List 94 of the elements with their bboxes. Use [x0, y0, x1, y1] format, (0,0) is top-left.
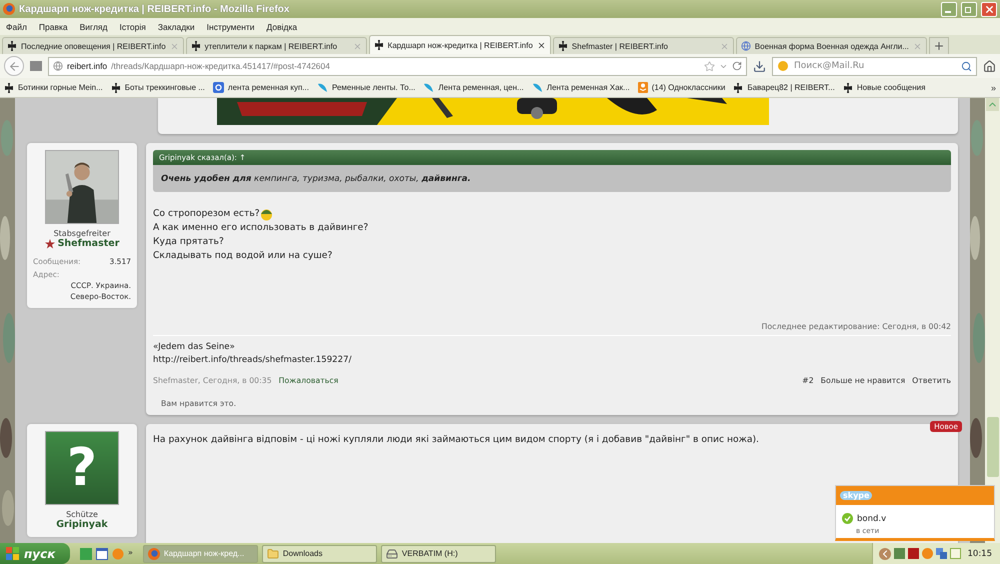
- scroll-up-button[interactable]: [986, 98, 999, 111]
- firefox-icon: [148, 548, 160, 560]
- star-icon: [44, 238, 55, 248]
- more-bookmarks-button[interactable]: »: [990, 82, 996, 92]
- post-text: На рахунок дайвінга відповім - ці ножі купляли люди які займаються цим видом спорту (я і добавив "дайвінг" в опис ножа).: [153, 433, 759, 447]
- star-icon[interactable]: [704, 60, 715, 72]
- globe-icon: [740, 41, 751, 51]
- post-text: Складывать под водой или на суше?: [153, 249, 332, 263]
- address-field[interactable]: reibert.info /threads/Кардшарп-нож-кредитка.451417/#post-4742604: [48, 56, 747, 76]
- signature-text: http://reibert.info/threads/shefmaster.159227/: [153, 354, 352, 367]
- post-text: А как именно его использовать в дайвинге?: [153, 221, 368, 235]
- bookmark[interactable]: лента ременная куп...: [212, 82, 309, 93]
- browser-tab[interactable]: утеплители к паркам | REIBERT.info: [186, 37, 367, 54]
- cross-icon: [374, 40, 384, 50]
- close-button[interactable]: [981, 2, 997, 16]
- feather-icon: [316, 82, 328, 93]
- menu-item[interactable]: Правка: [38, 22, 68, 32]
- smiley-icon: [260, 207, 273, 221]
- scroll-thumb[interactable]: [986, 417, 998, 477]
- bookmark[interactable]: Боты треккинговые ...: [110, 82, 205, 92]
- folder-icon: [266, 548, 279, 560]
- user-rank: Stabsgefreiter: [54, 229, 110, 238]
- back-icon: [8, 60, 20, 72]
- search-engine-icon[interactable]: [777, 60, 789, 72]
- plus-icon: [932, 40, 945, 52]
- maximize-icon: [965, 5, 973, 13]
- more-button[interactable]: »: [128, 548, 133, 556]
- post-text: Со стропорезом есть?: [153, 207, 260, 221]
- windows-logo: [6, 546, 20, 560]
- menu-item[interactable]: Файл: [6, 22, 27, 32]
- search-icon[interactable]: [961, 60, 972, 72]
- search-field[interactable]: Поиск@Mail.Ru: [772, 56, 977, 76]
- download-icon[interactable]: [753, 60, 766, 72]
- cross-icon: [733, 82, 744, 92]
- taskbar-button[interactable]: VERBATIM (H:): [380, 544, 496, 562]
- reload-icon[interactable]: [732, 61, 742, 71]
- contact-name: bond.v: [857, 514, 886, 524]
- quote-text: Очень удобен для кемпинга, туризма, рыбалки, охоты, дайвинга.: [153, 165, 951, 192]
- browser-tab[interactable]: Shefmaster | REIBERT.info: [552, 37, 734, 54]
- menu-item[interactable]: Довідка: [266, 22, 298, 32]
- cross-icon: [4, 82, 14, 92]
- tray-icon[interactable]: [908, 548, 918, 559]
- bookmark[interactable]: Ботинки горные Mein...: [4, 82, 103, 92]
- network-icon[interactable]: [936, 548, 946, 559]
- bookmark[interactable]: (14) Одноклассники: [638, 82, 726, 93]
- post-text: Куда прятать?: [153, 235, 224, 249]
- cross-icon: [558, 41, 568, 51]
- cross-icon: [7, 41, 17, 51]
- menu-item[interactable]: Історія: [119, 22, 146, 32]
- signature-text: «Jedem das Seine»: [153, 341, 236, 354]
- menu-item[interactable]: Інструменти: [206, 22, 255, 32]
- status-icon: [842, 513, 853, 524]
- minimize-button[interactable]: [941, 2, 957, 16]
- user-rank: Schütze: [66, 510, 98, 519]
- menu-item[interactable]: Вигляд: [80, 22, 108, 32]
- circle-icon[interactable]: [112, 548, 124, 560]
- firefox-icon: [3, 3, 15, 15]
- skype-logo: skype: [840, 491, 872, 500]
- cross-icon: [842, 82, 853, 92]
- square-icon: [212, 82, 224, 93]
- avatar: ?: [45, 431, 119, 505]
- user-name[interactable]: Shefmaster: [58, 238, 120, 249]
- app-icon[interactable]: [80, 548, 92, 560]
- bookmark[interactable]: Новые сообщения: [842, 82, 926, 92]
- cross-icon: [190, 41, 201, 51]
- figure-icon: [638, 82, 648, 93]
- close-icon[interactable]: [536, 40, 546, 50]
- close-icon: [984, 4, 994, 14]
- bookmark[interactable]: Лента ременная, цен...: [423, 82, 524, 93]
- scrollbar[interactable]: [985, 98, 1000, 543]
- menu-item[interactable]: Закладки: [158, 22, 195, 32]
- window-title: Кардшарп нож-кредитка | REIBERT.info - Mozilla Firefox: [19, 4, 290, 14]
- window-icon[interactable]: [96, 548, 108, 560]
- bookmark[interactable]: Баварец82 | REIBERT...: [733, 82, 835, 92]
- feather-icon: [423, 82, 434, 93]
- start-button[interactable]: пуск: [0, 543, 70, 564]
- user-name[interactable]: Gripinyak: [56, 519, 108, 530]
- cross-icon: [110, 82, 121, 92]
- clock: 10:15: [968, 548, 992, 558]
- maximize-button[interactable]: [961, 2, 977, 16]
- chevron-icon[interactable]: [878, 548, 890, 560]
- home-icon[interactable]: [983, 60, 996, 72]
- new-tab-button[interactable]: [928, 37, 949, 54]
- drive-icon: [386, 548, 398, 560]
- browser-tab[interactable]: Кардшарп нож-кредитка | REIBERT.info: [368, 35, 551, 54]
- back-button[interactable]: [4, 56, 24, 76]
- taskbar-button[interactable]: Downloads: [262, 544, 377, 562]
- globe-icon: [53, 61, 63, 71]
- bookmark[interactable]: Ременные ленты. То...: [316, 82, 416, 93]
- bookmark[interactable]: Лента ременная Хак...: [532, 82, 630, 93]
- browser-tab[interactable]: Последние оповещения | REIBERT.info: [2, 37, 184, 54]
- feather-icon: [532, 82, 543, 93]
- tray-icon[interactable]: [894, 548, 904, 559]
- browser-tab[interactable]: Военная форма Военная одежда Англи...: [736, 37, 927, 54]
